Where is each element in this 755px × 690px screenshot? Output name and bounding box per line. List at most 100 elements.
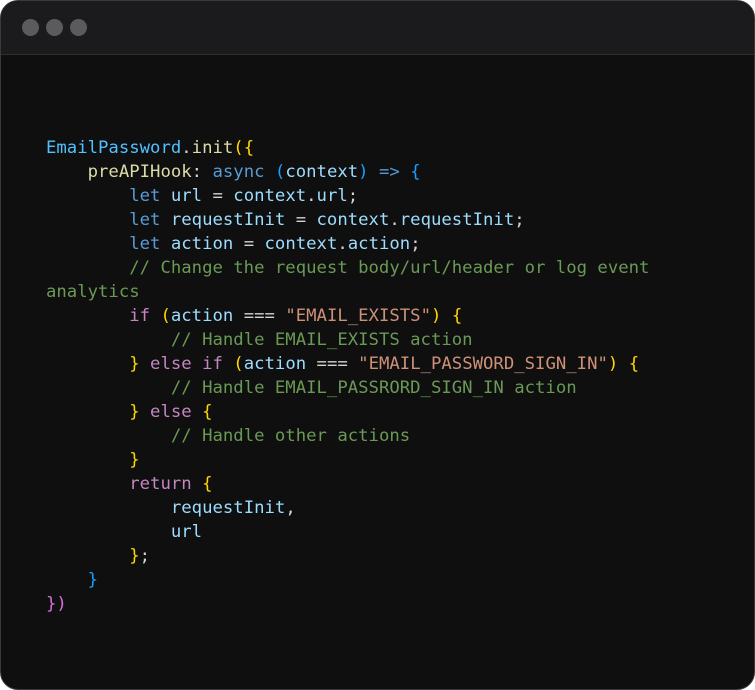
code-line: if (action === "EMAIL_EXISTS") { <box>46 304 649 328</box>
code-line: preAPIHook: async (context) => { <box>46 160 649 184</box>
code-token: . <box>389 210 400 230</box>
code-token: ) <box>431 306 442 326</box>
code-token: . <box>306 186 317 206</box>
code-token: return <box>129 474 192 494</box>
code-line: let requestInit = context.requestInit; <box>46 208 649 232</box>
code-token: url <box>316 186 348 206</box>
code-token: context <box>264 234 338 254</box>
code-token: preAPIHook <box>87 162 192 182</box>
code-line: requestInit, <box>46 496 649 520</box>
code-token: ({ <box>233 138 255 158</box>
code-token: requestInit <box>170 498 286 518</box>
code-token: action <box>347 234 411 254</box>
code-token: init <box>191 138 234 158</box>
code-token: } <box>129 402 140 422</box>
code-window: EmailPassword.init({ preAPIHook: async (… <box>0 0 755 690</box>
code-token: = <box>233 234 265 254</box>
code-token: let <box>129 234 161 254</box>
code-token: "EMAIL_EXISTS" <box>285 306 431 326</box>
window-dot[interactable] <box>46 19 63 36</box>
window-titlebar <box>1 1 754 55</box>
code-token: // Handle EMAIL_EXISTS action <box>170 330 473 350</box>
code-line: }) <box>46 592 649 616</box>
code-token: requestInit <box>170 210 286 230</box>
code-line: } <box>46 448 649 472</box>
code-token: ( <box>233 354 244 374</box>
code-token: => <box>378 162 400 182</box>
code-line: // Handle EMAIL_PASSRORD_SIGN_IN action <box>46 376 649 400</box>
code-token: // Handle EMAIL_PASSRORD_SIGN_IN action <box>170 378 577 398</box>
code-token: ( <box>160 306 171 326</box>
code-token: = <box>202 186 234 206</box>
code-token: } <box>129 546 140 566</box>
code-line: // Handle other actions <box>46 424 649 448</box>
code-token: context <box>233 186 307 206</box>
code-line: // Change the request body/url/header or… <box>46 256 649 280</box>
code-line: url <box>46 520 649 544</box>
code-line: } else if (action === "EMAIL_PASSWORD_SI… <box>46 352 649 376</box>
code-token: { <box>628 354 640 374</box>
code-line: return { <box>46 472 649 496</box>
code-token: === <box>233 306 286 326</box>
code-token: ( <box>274 162 286 182</box>
code-line: } else { <box>46 400 649 424</box>
code-token: // Change the request body/url/header or… <box>129 258 650 278</box>
code-token: === <box>306 354 359 374</box>
code-token: async <box>212 162 265 182</box>
code-token: EmailPassword <box>46 138 182 158</box>
code-token: action <box>243 354 307 374</box>
code-line: let url = context.url; <box>46 184 649 208</box>
code-token: let <box>129 186 161 206</box>
code-token: { <box>202 402 213 422</box>
code-token: // Handle other actions <box>170 426 411 446</box>
code-line: analytics <box>46 280 649 304</box>
code-token: context <box>285 162 359 182</box>
code-line: EmailPassword.init({ <box>46 136 649 160</box>
code-token: url <box>170 186 203 206</box>
code-token: ) <box>607 354 619 374</box>
code-token: analytics <box>46 282 140 302</box>
code-token: let <box>129 210 161 230</box>
code-token: }) <box>46 594 67 614</box>
code-token: { <box>202 474 213 494</box>
code-token: { <box>451 306 463 326</box>
code-token: ; <box>139 546 151 566</box>
code-token: action <box>170 306 234 326</box>
code-token: context <box>316 210 390 230</box>
code-token: = <box>285 210 317 230</box>
window-dot[interactable] <box>70 19 87 36</box>
code-line: // Handle EMAIL_EXISTS action <box>46 328 649 352</box>
window-dot[interactable] <box>22 19 39 36</box>
code-token: else <box>150 354 192 374</box>
code-token: , <box>285 498 296 518</box>
code-line: let action = context.action; <box>46 232 649 256</box>
